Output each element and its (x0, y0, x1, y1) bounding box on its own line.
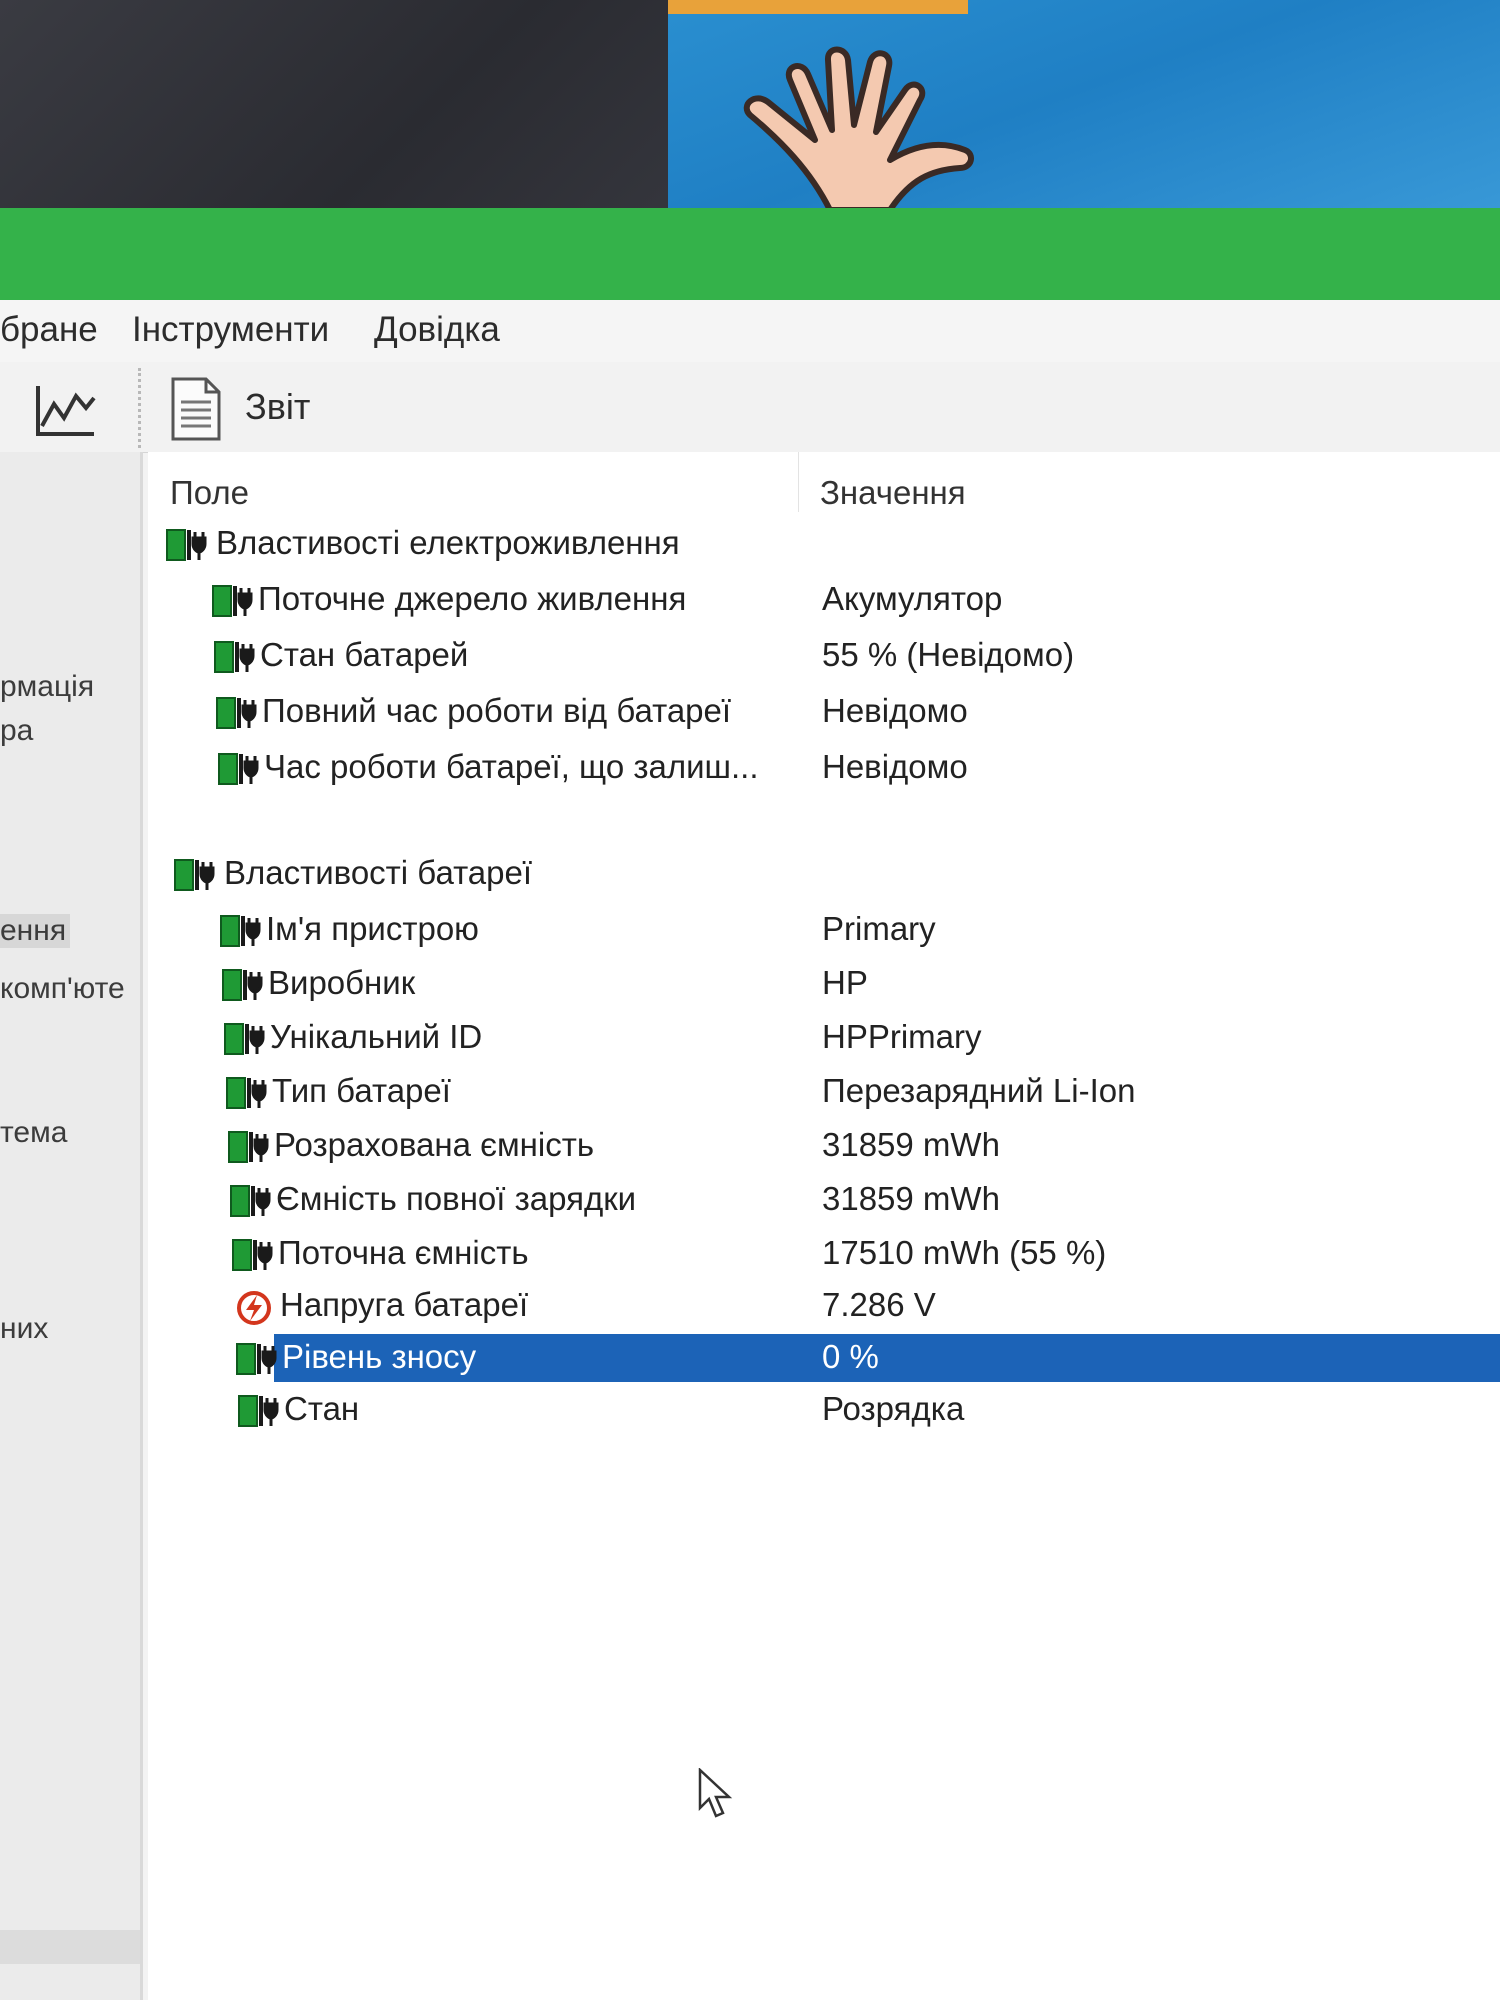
property-value: 0 % (822, 1338, 879, 1375)
property-row[interactable]: Поточне джерело живлення Акумулятор (148, 574, 1500, 626)
property-row[interactable]: Стан батарей 55 % (Невідомо) (148, 630, 1500, 682)
property-row-selected[interactable]: Рівень зносу 0 % (148, 1332, 1500, 1384)
voltage-icon (237, 1291, 271, 1325)
group-header[interactable]: Властивості електроживлення (148, 518, 1500, 570)
battery-plug-icon (220, 915, 261, 947)
column-divider[interactable] (798, 452, 799, 512)
selection-highlight-value (808, 1334, 1500, 1382)
property-label: Поточне джерело живлення (258, 580, 687, 617)
property-row[interactable]: Розрахована ємність 31859 mWh (148, 1120, 1500, 1172)
battery-plug-icon (166, 529, 207, 561)
group-title: Властивості електроживлення (216, 524, 680, 561)
group-title: Властивості батареї (224, 854, 533, 891)
property-label: Напруга батареї (280, 1286, 529, 1323)
property-label: Унікальний ID (270, 1018, 483, 1055)
property-label: Ємність повної зарядки (276, 1180, 637, 1217)
property-value: 7.286 V (822, 1286, 936, 1323)
property-value: Акумулятор (822, 580, 1003, 617)
property-row[interactable]: Виробник HP (148, 958, 1500, 1010)
property-label: Стан (284, 1390, 360, 1427)
property-label: Поточна ємність (278, 1234, 529, 1271)
property-label: Розрахована ємність (274, 1126, 595, 1163)
battery-plug-icon (212, 585, 253, 617)
battery-plug-icon (174, 859, 215, 891)
hand-icon (743, 46, 974, 213)
battery-plug-icon (232, 1239, 273, 1271)
property-label: Ім'я пристрою (266, 910, 479, 947)
property-value: 31859 mWh (822, 1180, 1000, 1217)
menu-help[interactable]: Довідка (374, 310, 500, 350)
property-row[interactable]: Унікальний ID HPPrimary (148, 1012, 1500, 1064)
battery-plug-icon (238, 1395, 279, 1427)
group-header[interactable]: Властивості батареї (148, 848, 1500, 900)
sidebar-item-ra[interactable]: ра (0, 714, 33, 748)
sidebar-horizontal-scrollbar[interactable] (0, 1930, 140, 1964)
property-value: 55 % (Невідомо) (822, 636, 1075, 673)
report-button[interactable]: Звіт (245, 386, 310, 428)
battery-plug-icon (216, 697, 257, 729)
property-value: HPPrimary (822, 1018, 982, 1055)
battery-plug-icon (224, 1023, 265, 1055)
toolbar: Звіт (0, 362, 1500, 453)
menu-bar: бране Інструменти Довідка (0, 300, 1500, 362)
battery-plug-icon (218, 753, 259, 785)
property-label: Рівень зносу (282, 1338, 477, 1375)
desktop-background (0, 0, 668, 230)
property-value: HP (822, 964, 868, 1001)
column-header-field[interactable]: Поле (170, 474, 249, 512)
mouse-cursor-icon (698, 1768, 733, 1818)
properties-list: Поле Значення Властивості електроживленн… (148, 452, 1500, 2000)
sidebar-item-computer[interactable]: комп'юте (0, 972, 125, 1006)
sidebar-item-power[interactable]: ення (0, 914, 71, 948)
property-label: Час роботи батареї, що залиш... (264, 748, 759, 785)
property-row[interactable]: Напруга батареї 7.286 V (148, 1280, 1500, 1332)
property-label: Повний час роботи від батареї (262, 692, 732, 729)
menu-favorites[interactable]: бране (0, 310, 98, 350)
property-row[interactable]: Поточна ємність 17510 mWh (55 %) (148, 1228, 1500, 1280)
wallpaper-accent (668, 0, 968, 14)
property-value: Primary (822, 910, 936, 947)
battery-plug-icon (226, 1077, 267, 1109)
battery-plug-icon (228, 1131, 269, 1163)
property-label: Тип батареї (272, 1072, 451, 1109)
sidebar-item-system[interactable]: тема (0, 1116, 67, 1150)
property-label: Стан батарей (260, 636, 469, 673)
property-value: Перезарядний Li-Ion (822, 1072, 1136, 1109)
report-document-icon[interactable] (170, 376, 222, 442)
property-label: Виробник (268, 964, 416, 1001)
battery-plug-icon (230, 1185, 271, 1217)
battery-plug-icon (214, 641, 255, 673)
property-row[interactable]: Повний час роботи від батареї Невідомо (148, 686, 1500, 738)
property-value: 31859 mWh (822, 1126, 1000, 1163)
column-header-value[interactable]: Значення (820, 474, 966, 512)
property-row[interactable]: Час роботи батареї, що залиш... Невідомо (148, 742, 1500, 794)
chart-icon[interactable] (34, 382, 98, 438)
window-title-bar[interactable] (0, 208, 1500, 306)
property-row[interactable]: Ємність повної зарядки 31859 mWh (148, 1174, 1500, 1226)
property-value: Розрядка (822, 1390, 965, 1427)
toolbar-separator (138, 368, 143, 448)
menu-tools[interactable]: Інструменти (132, 310, 329, 350)
property-value: Невідомо (822, 692, 968, 729)
app-window: бране Інструменти Довідка Звіт рмація ра… (0, 300, 1500, 2000)
sidebar-item-information[interactable]: рмація (0, 670, 94, 704)
property-row[interactable]: Стан Розрядка (148, 1384, 1500, 1436)
property-row[interactable]: Тип батареї Перезарядний Li-Ion (148, 1066, 1500, 1118)
battery-plug-icon (222, 969, 263, 1001)
sidebar-item-data[interactable]: них (0, 1312, 48, 1346)
battery-plug-icon (236, 1343, 277, 1375)
property-value: 17510 mWh (55 %) (822, 1234, 1107, 1271)
sidebar-tree: рмація ра ення комп'юте тема них (0, 452, 143, 2000)
property-row[interactable]: Ім'я пристрою Primary (148, 904, 1500, 956)
property-value: Невідомо (822, 748, 968, 785)
